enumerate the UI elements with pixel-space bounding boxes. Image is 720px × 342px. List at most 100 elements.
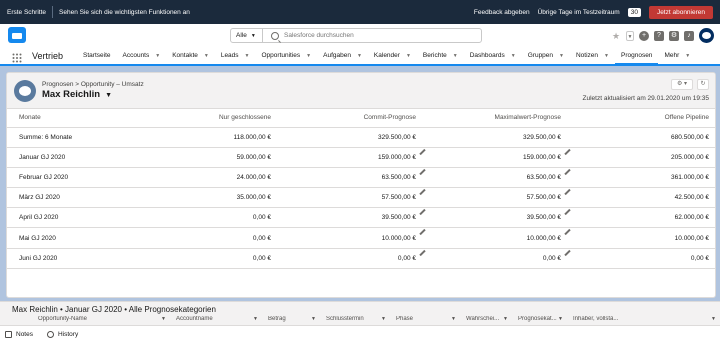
cell-value: 57.500,00 € xyxy=(526,194,561,202)
cell-value: Mai GJ 2020 xyxy=(19,234,56,242)
cell-value: 35.000,00 € xyxy=(236,194,271,202)
first-steps-link[interactable]: Erste Schritte xyxy=(7,9,46,16)
history-clock-icon xyxy=(46,330,54,338)
chevron-down-icon[interactable]: ▼ xyxy=(381,316,386,322)
column-header-pipeline[interactable]: Offene Pipeline xyxy=(567,109,715,128)
settings-gear-icon[interactable]: ⚙ ▾ xyxy=(671,79,693,90)
nav-item-berichte[interactable]: Berichte ▼ xyxy=(417,47,464,64)
favorites-star-icon[interactable]: ★ xyxy=(611,31,621,41)
nav-item-kalender[interactable]: Kalender ▼ xyxy=(368,47,417,64)
forecast-rows: Summe: 6 Monate 118.000,00 € 329.500,00 € 3… xyxy=(7,127,715,269)
chevron-down-icon[interactable]: ▼ xyxy=(453,53,458,59)
notes-utility[interactable]: Notes xyxy=(5,330,33,338)
chevron-down-icon[interactable]: ▼ xyxy=(245,53,250,59)
cell-pipeline: 10.000,00 € xyxy=(567,227,715,249)
features-tip-link[interactable]: Sehen Sie sich die wichtigsten Funktione… xyxy=(59,9,190,16)
cell-commit: 10.000,00 € xyxy=(277,227,426,249)
help-icon[interactable]: ? xyxy=(654,30,664,41)
nav-item-mehr[interactable]: Mehr ▼ xyxy=(658,47,696,64)
nav-item-prognosen[interactable]: Prognosen xyxy=(614,48,659,65)
chevron-down-icon[interactable]: ▼ xyxy=(161,316,166,322)
nav-item-label: Aufgaben xyxy=(323,52,351,59)
subscribe-button[interactable]: Jetzt abonnieren xyxy=(648,5,713,19)
table-row: April GJ 2020 0,00 € 39.500,00 € 39.500,00 … xyxy=(7,207,715,229)
user-avatar[interactable] xyxy=(699,28,714,43)
history-utility[interactable]: History xyxy=(46,330,79,338)
nav-item-label: Gruppen xyxy=(527,52,554,59)
nav-item-kontakte[interactable]: Kontakte ▼ xyxy=(166,47,215,64)
chevron-down-icon[interactable]: ▼ xyxy=(559,53,564,59)
chevron-down-icon[interactable]: ▼ xyxy=(511,53,516,59)
column-header-months[interactable]: Monate xyxy=(7,109,137,128)
chevron-down-icon[interactable]: ▼ xyxy=(357,53,362,59)
column-header-max[interactable]: Maximalwert-Prognose xyxy=(422,109,567,128)
nav-item-accounts[interactable]: Accounts ▼ xyxy=(117,47,167,64)
cell-value: 680.500,00 € xyxy=(671,133,709,141)
detail-column-label: Wahrschei... xyxy=(466,316,500,322)
chevron-down-icon[interactable]: ▼ xyxy=(311,316,316,322)
cell-value: 205.000,00 € xyxy=(671,153,709,161)
feedback-link[interactable]: Feedback abgeben xyxy=(474,9,530,16)
nav-item-startseite[interactable]: Startseite xyxy=(77,47,116,64)
table-row: März GJ 2020 35.000,00 € 57.500,00 € 57.500… xyxy=(7,187,715,209)
nav-item-aufgaben[interactable]: Aufgaben ▼ xyxy=(317,47,368,64)
nav-item-opportunities[interactable]: Opportunities ▼ xyxy=(256,47,318,64)
chevron-down-icon[interactable]: ▼ xyxy=(503,316,508,322)
setup-gear-icon[interactable]: ⚙ xyxy=(669,30,679,41)
favorites-menu-icon[interactable]: ▼ xyxy=(626,30,634,41)
divider xyxy=(52,6,54,18)
nav-item-label: Kalender xyxy=(373,52,400,59)
cell-month: März GJ 2020 xyxy=(7,187,137,209)
chevron-down-icon[interactable]: ▼ xyxy=(711,316,716,322)
nav-item-label: Berichte xyxy=(422,52,447,59)
forecast-card: Prognosen > Opportunity – Umsatz Max Rei… xyxy=(6,72,716,298)
owner-selector[interactable]: Max Reichlin ▼ xyxy=(42,89,112,100)
nav-item-dashboards[interactable]: Dashboards ▼ xyxy=(464,47,522,64)
history-label: History xyxy=(57,330,79,338)
global-header: Alle ▼ ★ ▼ + ? ⚙ ♪ xyxy=(0,24,720,47)
nav-item-leads[interactable]: Leads ▼ xyxy=(215,47,256,64)
cell-max: 0,00 € xyxy=(422,248,571,269)
forecast-header: Prognosen > Opportunity – Umsatz Max Rei… xyxy=(7,73,715,109)
cell-value: 39.500,00 € xyxy=(381,214,416,222)
cell-max: 39.500,00 € xyxy=(422,207,571,229)
chevron-down-icon[interactable]: ▼ xyxy=(406,53,411,59)
table-header-row: Monate Nur geschlossene Commit-Prognose … xyxy=(7,109,715,128)
cell-commit: 39.500,00 € xyxy=(277,207,426,229)
cell-value: 361.000,00 € xyxy=(671,173,709,181)
owner-avatar xyxy=(14,80,36,102)
cell-month: Februar GJ 2020 xyxy=(7,167,137,189)
cell-value: 0,00 € xyxy=(252,234,271,242)
chevron-down-icon[interactable]: ▼ xyxy=(604,53,609,59)
column-header-commit[interactable]: Commit-Prognose xyxy=(277,109,422,128)
salesforce-logo-icon[interactable] xyxy=(8,27,26,43)
cell-max: 63.500,00 € xyxy=(422,167,571,189)
chevron-down-icon[interactable]: ▼ xyxy=(155,53,160,59)
chevron-down-icon[interactable]: ▼ xyxy=(306,53,311,59)
app-launcher-icon[interactable] xyxy=(12,53,22,65)
global-actions-plus-icon[interactable]: + xyxy=(639,30,649,41)
chevron-down-icon[interactable]: ▼ xyxy=(204,53,209,59)
nav-item-label: Leads xyxy=(220,52,239,59)
cell-value: Januar GJ 2020 xyxy=(19,153,66,161)
cell-month: Summe: 6 Monate xyxy=(7,127,137,148)
nav-item-gruppen[interactable]: Gruppen ▼ xyxy=(522,47,570,64)
table-row: Mai GJ 2020 0,00 € 10.000,00 € 10.000,00 € 1… xyxy=(7,227,715,249)
notifications-bell-icon[interactable]: ♪ xyxy=(684,30,694,41)
nav-item-label: Startseite xyxy=(83,52,111,59)
search-input[interactable] xyxy=(284,32,464,39)
chevron-down-icon[interactable]: ▼ xyxy=(451,316,456,322)
search-icon xyxy=(271,31,279,40)
chevron-down-icon[interactable]: ▼ xyxy=(253,316,258,322)
chevron-down-icon[interactable]: ▼ xyxy=(558,316,563,322)
cell-value: Juni GJ 2020 xyxy=(19,254,58,262)
cell-max: 329.500,00 € xyxy=(422,127,567,148)
notes-icon xyxy=(5,330,12,338)
refresh-icon[interactable]: ↻ xyxy=(697,79,709,90)
chevron-down-icon[interactable]: ▼ xyxy=(685,53,690,59)
nav-item-notizen[interactable]: Notizen ▼ xyxy=(570,47,615,64)
breadcrumb[interactable]: Prognosen > Opportunity – Umsatz xyxy=(42,81,144,88)
column-header-closed[interactable]: Nur geschlossene xyxy=(137,109,277,128)
notes-label: Notes xyxy=(16,330,33,338)
search-scope-select[interactable]: Alle ▼ xyxy=(231,29,263,42)
